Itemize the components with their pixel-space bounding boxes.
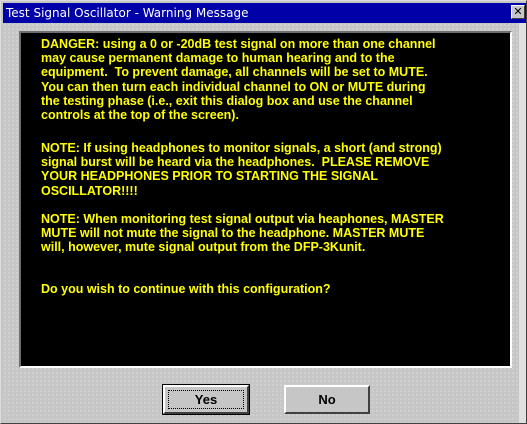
continue-question-text: Do you wish to continue with this config… bbox=[41, 282, 331, 296]
dialog-footer-pattern bbox=[3, 389, 519, 423]
warning-dialog: Test Signal Oscillator - Warning Message… bbox=[0, 0, 527, 424]
warning-message-panel: DANGER: using a 0 or -20dB test signal o… bbox=[19, 31, 512, 368]
close-button[interactable]: ✕ bbox=[511, 5, 525, 19]
right-edge-strip bbox=[519, 23, 526, 423]
title-bar[interactable]: Test Signal Oscillator - Warning Message… bbox=[3, 3, 526, 23]
master-mute-note-text: NOTE: When monitoring test signal output… bbox=[41, 212, 444, 255]
headphones-note-text: NOTE: If using headphones to monitor sig… bbox=[41, 141, 442, 198]
danger-warning-text: DANGER: using a 0 or -20dB test signal o… bbox=[41, 37, 436, 123]
window-title: Test Signal Oscillator - Warning Message bbox=[6, 6, 249, 20]
yes-button-label: Yes bbox=[194, 392, 218, 407]
no-button[interactable]: No bbox=[284, 385, 370, 414]
close-icon: ✕ bbox=[513, 5, 523, 18]
no-button-label: No bbox=[318, 392, 336, 407]
yes-button[interactable]: Yes bbox=[162, 384, 250, 415]
